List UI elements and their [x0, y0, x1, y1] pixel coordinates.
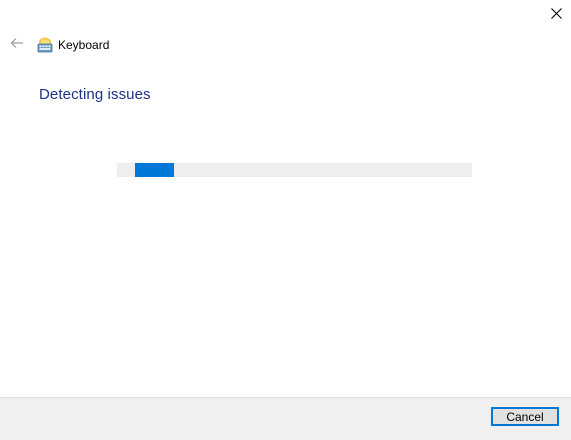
close-icon: [550, 6, 562, 24]
close-button[interactable]: [541, 0, 571, 30]
header: Keyboard: [6, 35, 109, 55]
back-arrow-icon: [10, 36, 24, 54]
cancel-button[interactable]: Cancel: [491, 407, 559, 426]
footer: Cancel: [0, 397, 571, 440]
back-button[interactable]: [6, 35, 28, 55]
troubleshooter-window: Keyboard Detecting issues Cancel: [0, 0, 571, 440]
progress-bar-fill: [134, 163, 174, 177]
page-heading: Detecting issues: [39, 86, 151, 103]
progress-bar: [117, 163, 472, 177]
app-title: Keyboard: [58, 38, 110, 52]
keyboard-troubleshooter-icon: [36, 36, 54, 54]
